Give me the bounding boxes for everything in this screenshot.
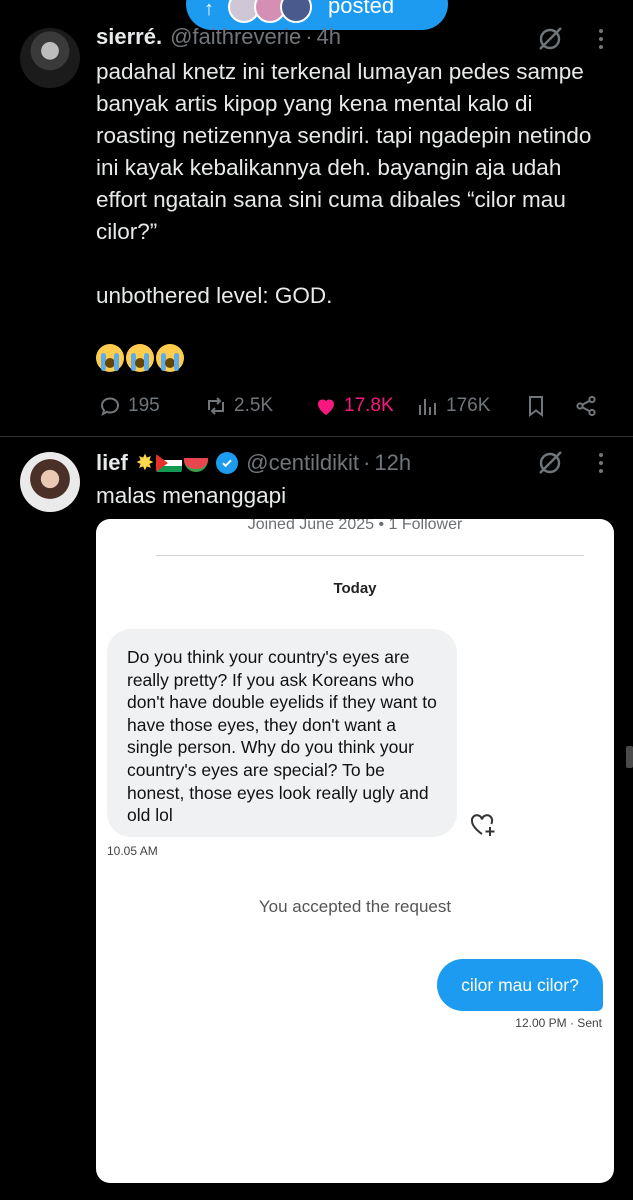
grok-icon[interactable] [537, 26, 563, 52]
avatar-sierre[interactable] [20, 28, 80, 88]
view-count: 176K [446, 395, 491, 416]
emoji-row [96, 344, 184, 372]
repost-count: 2.5K [234, 395, 274, 416]
incoming-timestamp: 10.05 AM [107, 844, 158, 858]
grok-icon[interactable] [537, 450, 563, 476]
handle[interactable]: @centildikit [246, 450, 359, 476]
pill-label: posted [328, 0, 395, 18]
name-emojis: ✸ [135, 450, 209, 476]
arrow-up-icon: ↑ [204, 0, 214, 20]
display-name[interactable]: sierré. [96, 24, 162, 50]
repost-button[interactable]: 2.5K [204, 392, 273, 420]
system-message: You accepted the request [258, 897, 452, 916]
pill-avatars [220, 0, 312, 23]
timestamp[interactable]: 4h [317, 24, 341, 50]
like-button[interactable]: 17.8K [314, 392, 394, 420]
handle[interactable]: @faithreverie [170, 24, 301, 50]
like-count: 17.8K [344, 395, 394, 416]
share-icon [576, 395, 596, 417]
avatar [280, 0, 312, 23]
palestine-flag-icon [156, 454, 183, 472]
divider [156, 555, 584, 556]
more-options-icon[interactable] [591, 450, 611, 476]
date-header: Today [333, 580, 377, 597]
tweet2-header: lief ✸ @centildikit · 12h [96, 450, 411, 476]
outgoing-timestamp: 12.00 PM · Sent [515, 1016, 602, 1030]
separator-dot: · [363, 450, 371, 475]
bookmark-icon [529, 396, 543, 417]
share-button[interactable] [574, 392, 598, 420]
profile-joined-info: Joined June 2025 • 1 Follower [247, 519, 463, 533]
views-icon [419, 399, 436, 415]
loudly-crying-face-icon [96, 344, 124, 372]
loudly-crying-face-icon [156, 344, 184, 372]
timestamp[interactable]: 12h [374, 450, 411, 476]
display-name[interactable]: lief [96, 450, 128, 476]
add-reaction-icon [470, 814, 495, 836]
tweet2-text: malas menanggapi [96, 483, 287, 508]
bookmark-button[interactable] [524, 392, 548, 420]
views-button[interactable]: 176K [416, 392, 490, 420]
loudly-crying-face-icon [126, 344, 154, 372]
repost-icon [208, 397, 224, 415]
tweet-divider [0, 436, 633, 437]
scrollbar-thumb[interactable] [626, 746, 633, 768]
avatar-lief[interactable] [20, 452, 80, 512]
heart-icon [318, 399, 334, 415]
incoming-message-bubble: Do you think your country's eyes are rea… [107, 629, 457, 837]
reply-button[interactable]: 195 [98, 392, 160, 420]
glowing-star-icon: ✸ [135, 450, 155, 475]
watermelon-icon [184, 458, 209, 472]
tweet1-actions: 195 2.5K 17.8K 176K [96, 392, 616, 420]
reply-count: 195 [128, 395, 160, 416]
attached-image[interactable]: Joined June 2025 • 1 Follower Today Do y… [96, 519, 614, 1183]
outgoing-message-bubble: cilor mau cilor? [437, 959, 603, 1011]
more-options-icon[interactable] [591, 26, 611, 52]
tweet1-header: sierré. @faithreverie · 4h [96, 24, 341, 50]
tweet1-text: padahal knetz ini terkenal lumayan pedes… [96, 59, 592, 308]
verified-badge-icon [216, 452, 239, 474]
separator-dot: · [305, 24, 313, 49]
reply-icon [100, 397, 120, 417]
